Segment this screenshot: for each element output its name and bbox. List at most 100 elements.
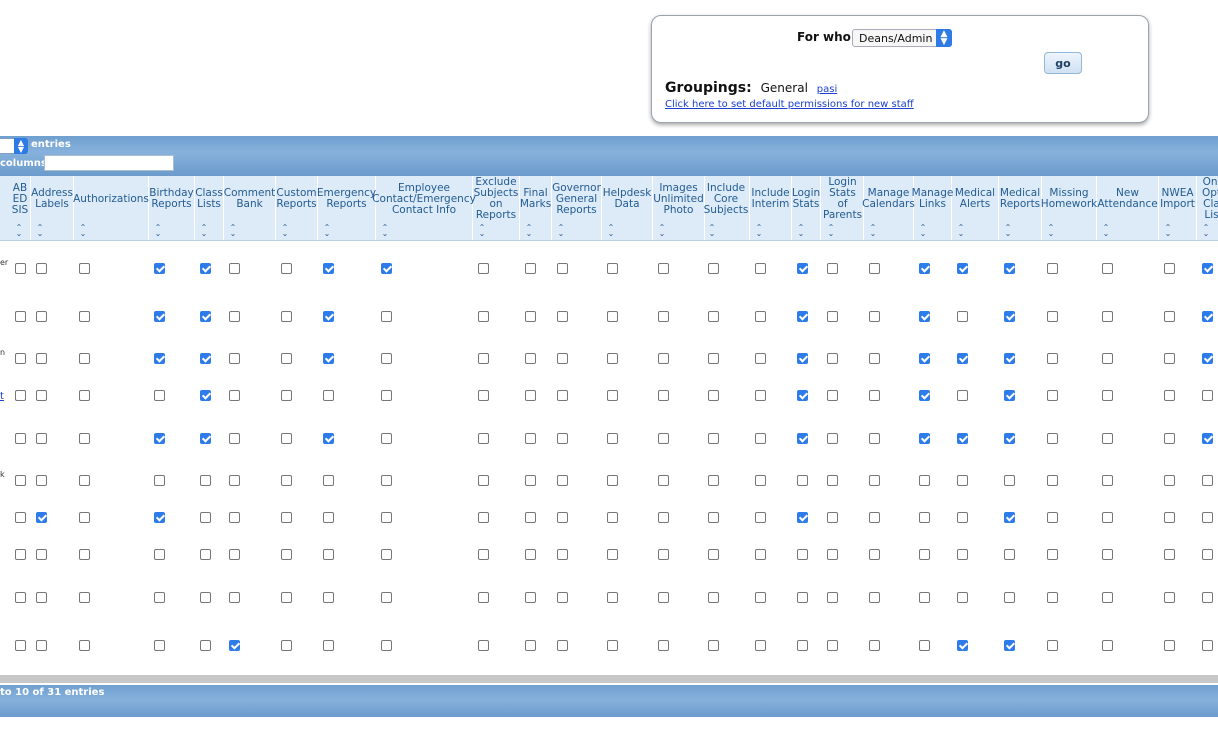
permission-checkbox[interactable] [869, 592, 880, 603]
permission-checkbox[interactable] [557, 640, 568, 651]
permission-checkbox[interactable] [36, 475, 47, 486]
column-header[interactable]: Medical Alerts ⌃ ⌄ [952, 176, 999, 240]
permission-checkbox[interactable] [1004, 353, 1015, 364]
permission-checkbox[interactable] [15, 263, 26, 274]
permission-checkbox[interactable] [957, 390, 968, 401]
row-label[interactable]: t [0, 391, 4, 402]
permission-checkbox[interactable] [381, 549, 392, 560]
permission-checkbox[interactable] [755, 475, 766, 486]
permission-checkbox[interactable] [797, 640, 808, 651]
permission-checkbox[interactable] [229, 390, 240, 401]
permission-checkbox[interactable] [200, 433, 211, 444]
sort-icon[interactable]: ⌃ ⌄ [606, 224, 616, 238]
horizontal-scrollbar[interactable] [0, 675, 1218, 683]
permission-checkbox[interactable] [281, 433, 292, 444]
permission-checkbox[interactable] [381, 263, 392, 274]
permission-checkbox[interactable] [827, 311, 838, 322]
permission-checkbox[interactable] [869, 475, 880, 486]
permission-checkbox[interactable] [1004, 263, 1015, 274]
permission-checkbox[interactable] [957, 592, 968, 603]
permission-checkbox[interactable] [957, 311, 968, 322]
column-header[interactable]: Login Stats of Parents ⌃ ⌄ [822, 176, 864, 240]
permission-checkbox[interactable] [797, 353, 808, 364]
permission-checkbox[interactable] [755, 549, 766, 560]
permission-checkbox[interactable] [1102, 592, 1113, 603]
permission-checkbox[interactable] [79, 512, 90, 523]
permission-checkbox[interactable] [36, 433, 47, 444]
permission-checkbox[interactable] [323, 640, 334, 651]
permission-checkbox[interactable] [478, 640, 489, 651]
permission-checkbox[interactable] [1202, 512, 1213, 523]
permission-checkbox[interactable] [154, 592, 165, 603]
permission-checkbox[interactable] [755, 263, 766, 274]
permission-checkbox[interactable] [1164, 475, 1175, 486]
permission-checkbox[interactable] [381, 353, 392, 364]
permission-checkbox[interactable] [381, 512, 392, 523]
permission-checkbox[interactable] [1202, 311, 1213, 322]
permission-checkbox[interactable] [525, 512, 536, 523]
permission-checkbox[interactable] [200, 353, 211, 364]
permission-checkbox[interactable] [607, 263, 618, 274]
permission-checkbox[interactable] [755, 433, 766, 444]
sort-icon[interactable]: ⌃ ⌄ [918, 224, 928, 238]
permission-checkbox[interactable] [323, 475, 334, 486]
permission-checkbox[interactable] [797, 592, 808, 603]
permission-checkbox[interactable] [381, 311, 392, 322]
permission-checkbox[interactable] [154, 263, 165, 274]
permission-checkbox[interactable] [1202, 549, 1213, 560]
permission-checkbox[interactable] [1047, 390, 1058, 401]
permission-checkbox[interactable] [1004, 549, 1015, 560]
permission-checkbox[interactable] [957, 640, 968, 651]
permission-checkbox[interactable] [15, 390, 26, 401]
permission-checkbox[interactable] [957, 549, 968, 560]
sort-icon[interactable]: ⌃ ⌄ [707, 224, 717, 238]
permission-checkbox[interactable] [1047, 475, 1058, 486]
permission-checkbox[interactable] [708, 390, 719, 401]
permission-checkbox[interactable] [1047, 549, 1058, 560]
permission-checkbox[interactable] [200, 549, 211, 560]
permission-checkbox[interactable] [919, 390, 930, 401]
column-header[interactable]: Governor General Reports ⌃ ⌄ [552, 176, 602, 240]
permission-checkbox[interactable] [281, 640, 292, 651]
permission-checkbox[interactable] [827, 640, 838, 651]
permission-checkbox[interactable] [708, 433, 719, 444]
permission-checkbox[interactable] [1047, 353, 1058, 364]
permission-checkbox[interactable] [869, 512, 880, 523]
permission-checkbox[interactable] [281, 390, 292, 401]
permission-checkbox[interactable] [478, 263, 489, 274]
permission-checkbox[interactable] [708, 592, 719, 603]
permission-checkbox[interactable] [15, 433, 26, 444]
column-header[interactable]: Class Lists ⌃ ⌄ [195, 176, 224, 240]
permission-checkbox[interactable] [79, 353, 90, 364]
permission-checkbox[interactable] [658, 512, 669, 523]
permission-checkbox[interactable] [229, 549, 240, 560]
permission-checkbox[interactable] [919, 640, 930, 651]
permission-checkbox[interactable] [1047, 640, 1058, 651]
permission-checkbox[interactable] [1047, 592, 1058, 603]
permission-checkbox[interactable] [1047, 512, 1058, 523]
permission-checkbox[interactable] [797, 433, 808, 444]
permission-checkbox[interactable] [478, 353, 489, 364]
permission-checkbox[interactable] [1164, 640, 1175, 651]
permission-checkbox[interactable] [36, 640, 47, 651]
permission-checkbox[interactable] [607, 549, 618, 560]
permission-checkbox[interactable] [919, 353, 930, 364]
permission-checkbox[interactable] [1164, 549, 1175, 560]
permission-checkbox[interactable] [708, 263, 719, 274]
permission-checkbox[interactable] [1202, 433, 1213, 444]
permission-checkbox[interactable] [381, 433, 392, 444]
permission-checkbox[interactable] [797, 311, 808, 322]
permission-checkbox[interactable] [1102, 390, 1113, 401]
permission-checkbox[interactable] [229, 311, 240, 322]
permission-checkbox[interactable] [79, 311, 90, 322]
sort-icon[interactable]: ⌃ ⌄ [868, 224, 878, 238]
permission-checkbox[interactable] [827, 433, 838, 444]
permission-checkbox[interactable] [1164, 433, 1175, 444]
permission-checkbox[interactable] [1004, 475, 1015, 486]
permission-checkbox[interactable] [36, 592, 47, 603]
permission-checkbox[interactable] [1202, 263, 1213, 274]
permission-checkbox[interactable] [200, 390, 211, 401]
permission-checkbox[interactable] [36, 549, 47, 560]
permission-checkbox[interactable] [229, 512, 240, 523]
permission-checkbox[interactable] [478, 475, 489, 486]
